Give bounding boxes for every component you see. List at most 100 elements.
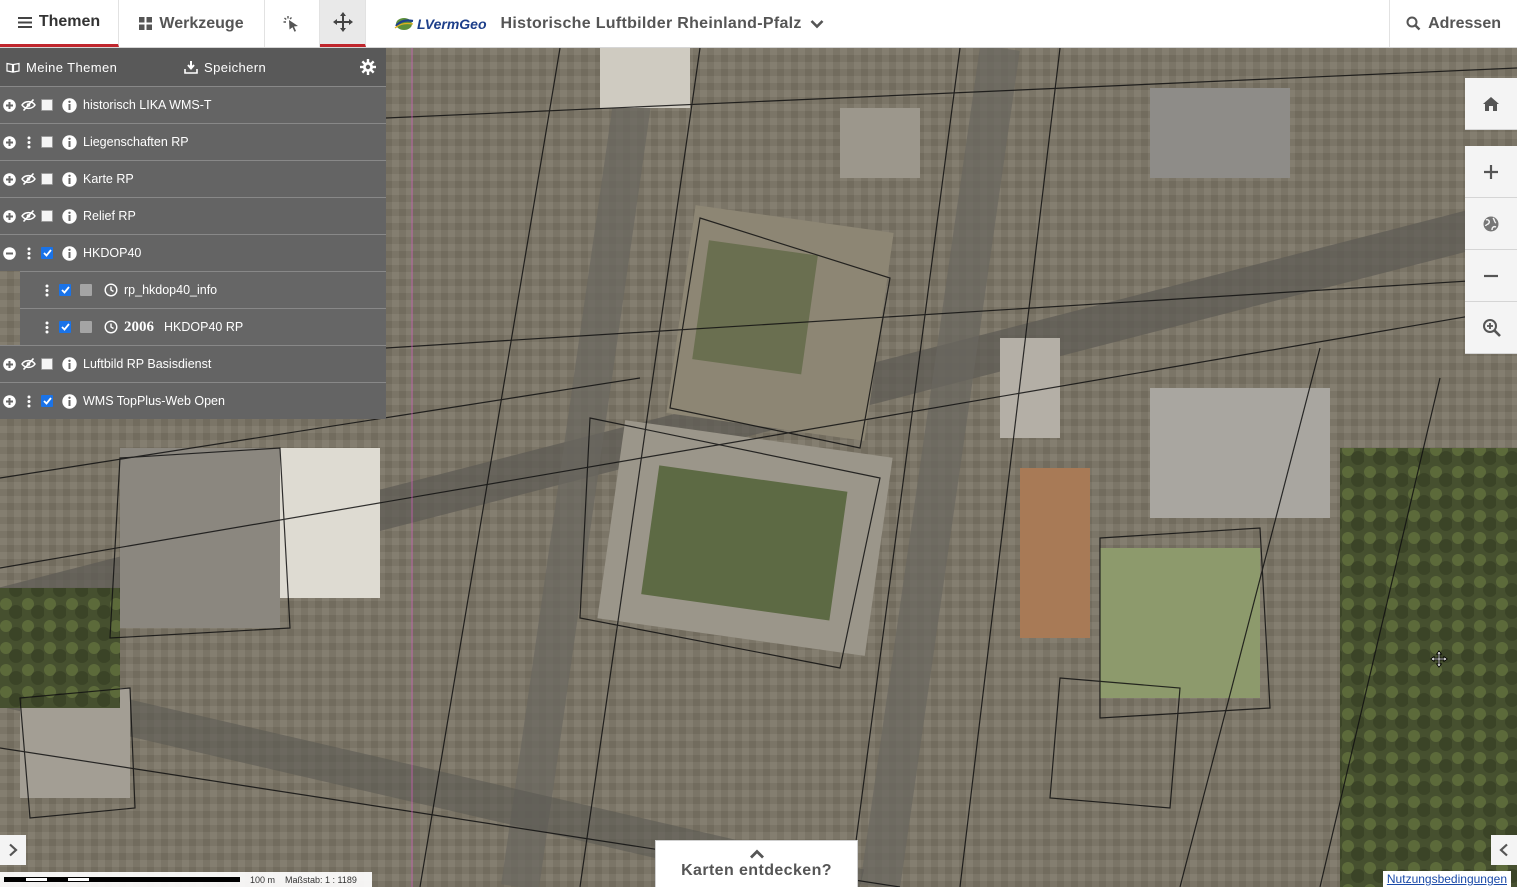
collapse-minus-icon [3, 246, 16, 260]
layer-checkbox[interactable] [41, 173, 53, 185]
zoom-out-button[interactable] [1465, 250, 1517, 302]
zoom-in-button[interactable] [1465, 146, 1517, 198]
layer-menu-button[interactable] [38, 284, 56, 297]
layer-info-button[interactable] [60, 208, 79, 224]
search-icon [1406, 16, 1421, 31]
scale-ratio: Maßstab: 1 : 1189 [285, 874, 357, 885]
time-button[interactable] [101, 283, 120, 297]
layer-menu-button[interactable] [38, 321, 56, 334]
layer-label: historisch LIKA WMS-T [83, 98, 212, 112]
eye-slash-icon [21, 210, 36, 222]
app-title: Historische Luftbilder Rheinland-Pfalz [500, 14, 802, 32]
layer-info-button[interactable] [60, 356, 79, 372]
layer-row[interactable]: Karte RP [0, 160, 386, 197]
themes-label: Themen [38, 13, 101, 30]
layer-expand-button[interactable] [0, 394, 19, 408]
layer-label: Liegenschaften RP [83, 135, 189, 149]
my-themes-label: Meine Themen [26, 59, 118, 75]
layer-info-button[interactable] [60, 134, 79, 150]
layer-expand-button[interactable] [0, 209, 19, 223]
terms-of-use-link[interactable]: Nutzungsbedingungen [1382, 871, 1511, 887]
collapse-left-button[interactable] [0, 835, 26, 865]
lvermgeo-logo: LVermGeo [366, 0, 501, 47]
layer-label: HKDOP40 RP [164, 320, 244, 334]
save-label: Speichern [204, 59, 267, 75]
download-icon [184, 61, 198, 74]
top-toolbar: Themen Werkzeuge LVermGeo Historische Lu… [0, 0, 1517, 48]
layer-expand-button[interactable] [0, 357, 19, 371]
app-title-dropdown[interactable]: Historische Luftbilder Rheinland-Pfalz [501, 0, 824, 47]
layer-menu-button[interactable] [19, 247, 38, 260]
tools-button[interactable]: Werkzeuge [119, 0, 265, 47]
clock-icon [103, 320, 118, 334]
layer-row[interactable]: Relief RP [0, 197, 386, 234]
vertical-dots-icon [45, 284, 49, 296]
select-tool-button[interactable] [265, 0, 320, 47]
layer-row[interactable]: WMS TopPlus-Web Open [0, 382, 386, 419]
globe-icon [1483, 216, 1499, 231]
layer-expand-button[interactable] [0, 246, 19, 260]
layer-row[interactable]: 2006 HKDOP40 RP [20, 308, 386, 345]
layer-opacity-box[interactable] [80, 321, 92, 333]
home-button[interactable] [1465, 78, 1517, 130]
time-button[interactable] [101, 320, 120, 334]
layer-label: Luftbild RP Basisdienst [83, 357, 212, 371]
clock-icon [103, 283, 118, 297]
layer-expand-button[interactable] [0, 172, 19, 186]
layer-row[interactable]: HKDOP40 [0, 234, 386, 271]
expand-right-button[interactable] [1491, 835, 1517, 865]
zoom-in-icon [1484, 164, 1498, 179]
eye-slash-icon [21, 99, 36, 111]
layer-checkbox[interactable] [41, 395, 53, 407]
eye-slash-icon [21, 358, 36, 370]
layer-expand-button[interactable] [0, 98, 19, 112]
layer-checkbox[interactable] [59, 321, 71, 333]
layer-info-button[interactable] [60, 97, 79, 113]
scale-bar-graphic [4, 877, 240, 882]
expand-plus-icon [3, 209, 16, 223]
layer-checkbox[interactable] [41, 210, 53, 222]
expand-plus-icon [3, 394, 16, 408]
pan-tool-button[interactable] [320, 0, 366, 47]
my-themes-button[interactable]: Meine Themen [6, 60, 184, 75]
layer-opacity-box[interactable] [80, 284, 92, 296]
discover-maps-button[interactable]: Karten entdecken? [655, 840, 858, 887]
home-icon [1483, 96, 1499, 111]
discover-label: Karten entdecken? [681, 861, 832, 879]
layer-visibility-toggle[interactable] [19, 210, 38, 222]
layer-menu-button[interactable] [19, 395, 38, 408]
zoom-box-button[interactable] [1465, 302, 1517, 354]
layer-info-button[interactable] [60, 393, 79, 409]
vertical-dots-icon [27, 247, 30, 259]
save-button[interactable]: Speichern [184, 60, 266, 75]
vertical-dots-icon [27, 395, 30, 407]
layer-panel: Meine Themen Speichern historisch LIKA W… [0, 48, 386, 419]
themes-button[interactable]: Themen [0, 0, 119, 47]
layer-row[interactable]: Liegenschaften RP [0, 123, 386, 160]
layer-checkbox[interactable] [41, 247, 53, 259]
layer-checkbox[interactable] [59, 284, 71, 296]
layer-checkbox[interactable] [41, 358, 53, 370]
layer-row[interactable]: rp_hkdop40_info [20, 271, 386, 308]
layer-info-button[interactable] [60, 245, 79, 261]
layer-row[interactable]: historisch LIKA WMS-T [0, 86, 386, 123]
expand-plus-icon [3, 172, 16, 186]
layer-visibility-toggle[interactable] [19, 358, 38, 370]
globe-button[interactable] [1465, 198, 1517, 250]
layer-checkbox[interactable] [41, 136, 53, 148]
zoom-out-icon [1484, 274, 1498, 277]
layer-label: Relief RP [83, 209, 136, 223]
layer-visibility-toggle[interactable] [19, 99, 38, 111]
layer-menu-button[interactable] [19, 136, 38, 149]
address-search-button[interactable]: Adressen [1389, 0, 1517, 47]
chevron-left-icon [1499, 843, 1508, 857]
layer-row[interactable]: Luftbild RP Basisdienst [0, 345, 386, 382]
layer-visibility-toggle[interactable] [19, 173, 38, 185]
settings-button[interactable] [360, 59, 376, 78]
pointer-click-icon [283, 15, 298, 32]
layer-list: historisch LIKA WMS-T Liegenschaften RP Ka… [0, 86, 386, 419]
layer-info-button[interactable] [60, 171, 79, 187]
layer-checkbox[interactable] [41, 99, 53, 111]
layer-expand-button[interactable] [0, 135, 19, 149]
vertical-dots-icon [45, 321, 49, 333]
